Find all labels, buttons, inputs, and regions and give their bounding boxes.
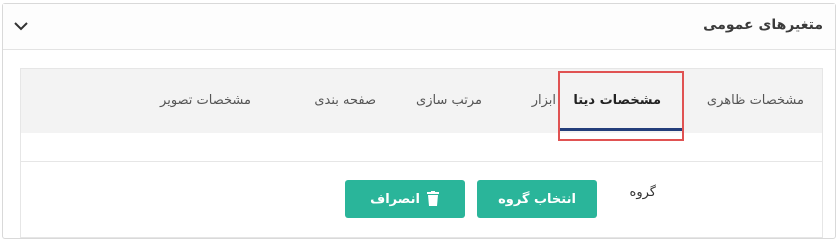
tab-image-properties[interactable]: مشخصات تصویر — [160, 93, 251, 108]
cancel-label: انصراف — [370, 191, 420, 207]
tab-tools[interactable]: ابزار — [532, 93, 556, 108]
general-variables-panel: متغیرهای عمومی مشخصات ظاهری مشخصات دیتا … — [2, 3, 836, 239]
tabs-container: مشخصات ظاهری مشخصات دیتا ابزار مرتب سازی… — [20, 68, 823, 238]
divider — [21, 161, 822, 162]
cancel-button[interactable]: انصراف — [345, 180, 465, 218]
tab-sorting[interactable]: مرتب سازی — [416, 93, 482, 108]
panel-header[interactable]: متغیرهای عمومی — [3, 4, 835, 50]
chevron-down-icon[interactable] — [13, 20, 29, 32]
trash-icon — [426, 191, 439, 206]
panel-title: متغیرهای عمومی — [703, 17, 823, 33]
group-label: گروه — [629, 185, 656, 200]
highlight-box — [558, 71, 684, 141]
select-group-button[interactable]: انتخاب گروه — [477, 180, 597, 218]
select-group-label: انتخاب گروه — [498, 191, 576, 207]
tab-pagination[interactable]: صفحه بندی — [314, 93, 376, 108]
tab-appearance[interactable]: مشخصات ظاهری — [707, 93, 804, 108]
tab-bar: مشخصات ظاهری مشخصات دیتا ابزار مرتب سازی… — [21, 69, 822, 133]
